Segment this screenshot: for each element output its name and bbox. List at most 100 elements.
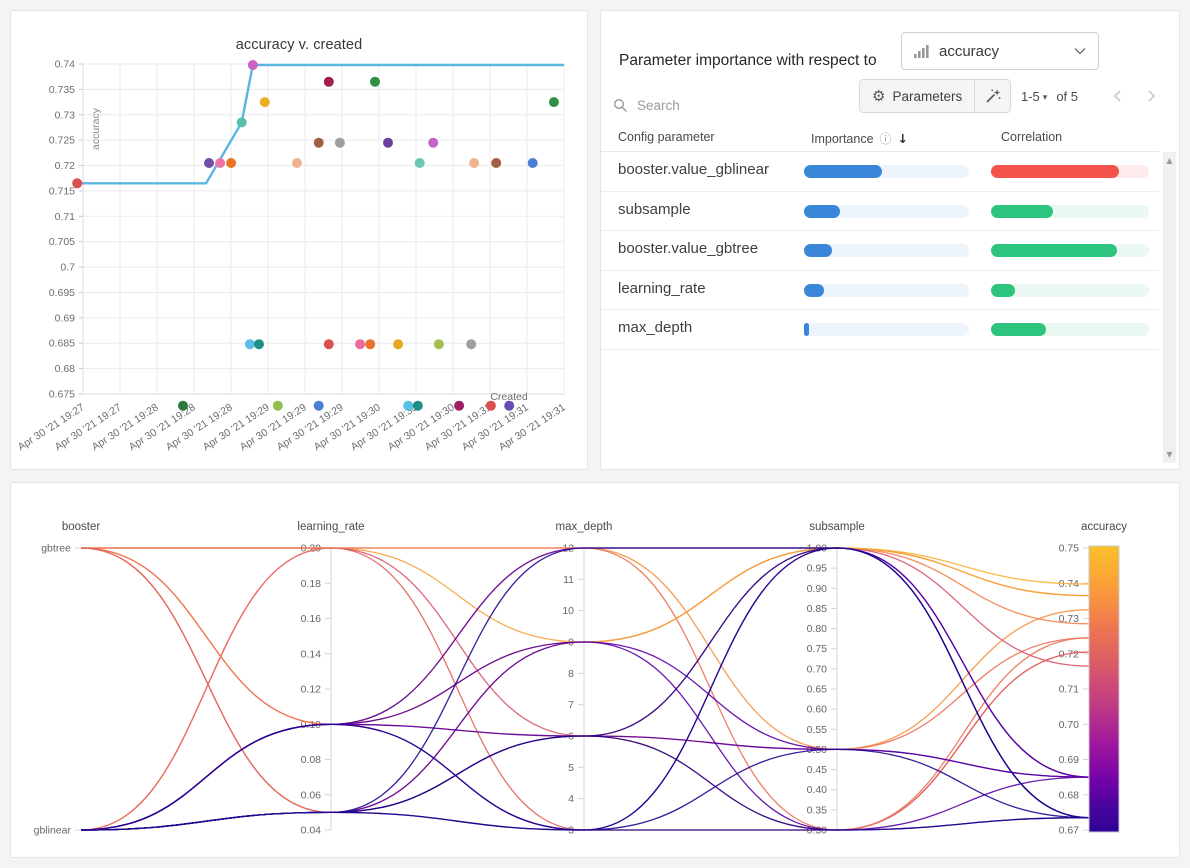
scatter-point[interactable] (365, 339, 375, 349)
scatter-point[interactable] (434, 339, 444, 349)
scatter-point[interactable] (314, 401, 324, 411)
parameters-button-label: Parameters (892, 89, 962, 104)
sort-desc-icon[interactable]: ↓ (898, 131, 908, 146)
gear-icon: ⚙ (872, 87, 885, 105)
y-tick-label: 0.74 (55, 59, 76, 71)
table-row[interactable]: subsample (601, 192, 1159, 232)
info-icon[interactable]: ⓘ (880, 130, 892, 147)
run-line[interactable] (81, 736, 1089, 830)
scatter-chart[interactable]: 0.740.7350.730.7250.720.7150.710.7050.70… (11, 11, 587, 469)
scatter-point[interactable] (528, 158, 538, 168)
panel-title: Parameter importance with respect to (619, 42, 877, 80)
run-line[interactable] (81, 548, 1089, 830)
scatter-point[interactable] (486, 401, 496, 411)
scatter-point[interactable] (254, 339, 264, 349)
parameters-button[interactable]: ⚙ Parameters (859, 79, 975, 113)
scatter-point[interactable] (466, 339, 476, 349)
metric-dropdown[interactable]: accuracy (901, 32, 1099, 70)
run-line[interactable] (81, 548, 1089, 749)
scatter-point[interactable] (260, 97, 270, 107)
pagination: 1-5 ▾ of 5 (1021, 79, 1078, 113)
scatter-point[interactable] (273, 401, 283, 411)
run-line[interactable] (81, 548, 1089, 830)
tick-label: 0.68 (1059, 789, 1080, 801)
run-line[interactable] (81, 548, 1089, 830)
scatter-point[interactable] (204, 158, 214, 168)
scatter-point[interactable] (415, 158, 425, 168)
scatter-point[interactable] (428, 138, 438, 148)
scatter-point[interactable] (178, 401, 188, 411)
table-row[interactable]: max_depth (601, 310, 1159, 350)
scatter-point[interactable] (314, 138, 324, 148)
scatter-point[interactable] (403, 401, 413, 411)
scatter-point[interactable] (226, 158, 236, 168)
importance-bar (804, 244, 832, 257)
table-row[interactable]: booster.value_gbtree (601, 231, 1159, 271)
table-row[interactable]: learning_rate (601, 271, 1159, 311)
scatter-point[interactable] (292, 158, 302, 168)
scroll-up-icon[interactable]: ▲ (1163, 156, 1176, 165)
run-line[interactable] (81, 548, 1089, 830)
run-line[interactable] (81, 548, 1089, 830)
pagination-total: of 5 (1056, 89, 1078, 104)
y-tick-label: 0.72 (55, 160, 76, 172)
y-tick-label: 0.685 (49, 338, 75, 350)
table-scrollbar[interactable]: ▲ ▼ (1163, 152, 1176, 463)
run-line[interactable] (81, 548, 1089, 584)
scatter-point[interactable] (245, 339, 255, 349)
caret-down-icon[interactable]: ▾ (1043, 92, 1048, 103)
magic-wand-button[interactable] (975, 79, 1011, 113)
tick-label: 0.55 (807, 724, 828, 736)
tick-label: 8 (568, 668, 574, 680)
axis-title: booster (62, 521, 101, 533)
scatter-point[interactable] (370, 77, 380, 87)
scatter-point[interactable] (504, 401, 514, 411)
tick-label: 0.75 (1059, 543, 1080, 555)
scatter-point[interactable] (549, 97, 559, 107)
run-line[interactable] (81, 548, 1089, 812)
scatter-point[interactable] (72, 178, 82, 188)
scatter-point[interactable] (324, 77, 334, 87)
run-line[interactable] (81, 548, 1089, 830)
tick-label: 11 (563, 574, 574, 586)
tick-label: 0.70 (1059, 719, 1080, 731)
scatter-point[interactable] (454, 401, 464, 411)
chevron-down-icon (1074, 47, 1086, 55)
tick-label: 0.60 (807, 704, 828, 716)
table-row[interactable]: booster.value_gblinear (601, 152, 1159, 192)
chevron-left-icon[interactable] (1106, 85, 1128, 107)
importance-bar (804, 284, 824, 297)
column-correlation[interactable]: Correlation (1001, 130, 1062, 144)
run-line[interactable] (81, 548, 1089, 830)
scatter-point[interactable] (237, 117, 247, 127)
column-importance[interactable]: Importance (811, 132, 874, 146)
scatter-point[interactable] (393, 339, 403, 349)
scatter-point[interactable] (355, 339, 365, 349)
accuracy-colorbar (1089, 546, 1119, 832)
run-line[interactable] (81, 548, 1089, 830)
scatter-point[interactable] (335, 138, 345, 148)
scatter-point[interactable] (248, 60, 258, 70)
tick-label: 0.95 (807, 563, 828, 575)
scatter-point[interactable] (215, 158, 225, 168)
column-config-parameter[interactable]: Config parameter (618, 130, 715, 144)
run-line[interactable] (81, 548, 1089, 749)
chevron-right-icon[interactable] (1141, 85, 1163, 107)
run-line[interactable] (81, 548, 1089, 642)
parallel-coordinates-chart[interactable]: boosterlearning_ratemax_depthsubsampleac… (11, 483, 1179, 857)
tick-label: 0.14 (301, 648, 322, 660)
scatter-point[interactable] (413, 401, 423, 411)
panel-scatter-chart: accuracy v. created 0.740.7350.730.7250.… (10, 10, 588, 470)
pagination-range[interactable]: 1-5 (1021, 89, 1040, 104)
tick-label: 0.35 (807, 804, 828, 816)
importance-rows: booster.value_gblinearsubsamplebooster.v… (601, 152, 1159, 350)
scroll-down-icon[interactable]: ▼ (1163, 450, 1176, 459)
scatter-point[interactable] (469, 158, 479, 168)
scatter-point[interactable] (383, 138, 393, 148)
scatter-point[interactable] (324, 339, 334, 349)
scatter-point[interactable] (491, 158, 501, 168)
tick-label: 0.90 (807, 583, 828, 595)
run-line[interactable] (81, 548, 1089, 830)
search-input[interactable] (635, 97, 809, 114)
run-line[interactable] (81, 548, 1089, 830)
